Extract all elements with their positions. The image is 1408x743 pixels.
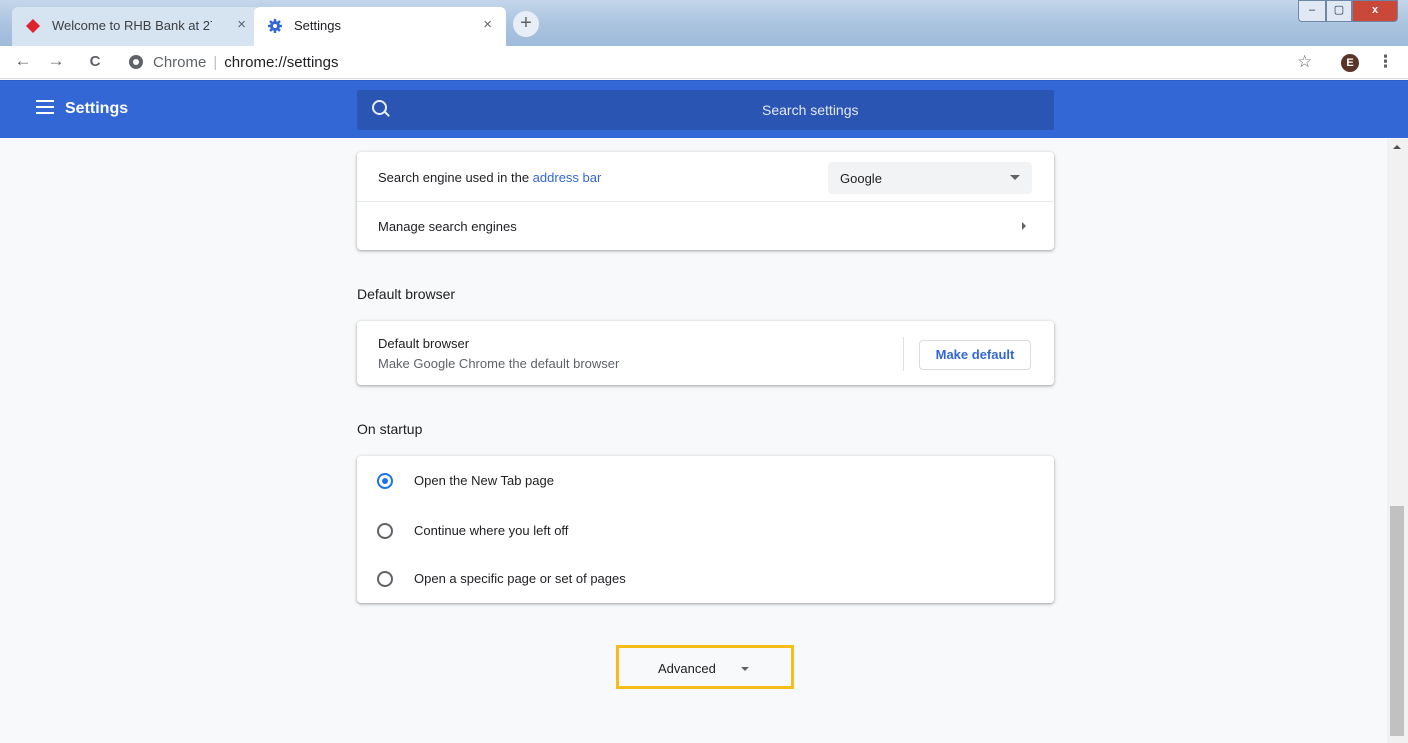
minimize-button[interactable]: – xyxy=(1298,0,1326,22)
forward-arrow-icon[interactable]: → xyxy=(45,51,67,71)
address-bar[interactable]: Chrome | chrome://settings xyxy=(153,54,338,71)
browser-toolbar: ← → C Chrome | chrome://settings ☆ E ⋮ xyxy=(0,46,1408,79)
page-title: Settings xyxy=(65,100,129,117)
default-browser-label: Default browser xyxy=(378,336,470,351)
hamburger-menu-icon[interactable] xyxy=(36,100,54,118)
tab-close-icon[interactable]: × xyxy=(483,16,492,33)
default-browser-card: Default browser Make Google Chrome the d… xyxy=(357,321,1054,385)
new-tab-button[interactable]: + xyxy=(513,11,539,37)
chevron-down-icon xyxy=(741,667,749,671)
window-controls: – ▢ x xyxy=(1298,0,1398,26)
url-separator: | xyxy=(213,54,218,71)
manage-search-engines-label: Manage search engines xyxy=(378,219,517,234)
advanced-label: Advanced xyxy=(658,661,716,676)
radio-button[interactable] xyxy=(377,571,393,587)
radio-label: Continue where you left off xyxy=(414,523,569,538)
tab-strip: Welcome to RHB Bank at 27 Sep × Settings… xyxy=(0,0,1408,46)
manage-search-engines-row[interactable]: Manage search engines xyxy=(357,202,1054,250)
search-engine-card: Search engine used in the address bar Go… xyxy=(357,152,1054,250)
url-text: chrome://settings xyxy=(224,54,339,71)
radio-button-checked[interactable] xyxy=(377,473,393,489)
vertical-scrollbar[interactable] xyxy=(1387,139,1408,743)
radio-label: Open a specific page or set of pages xyxy=(414,571,626,586)
menu-dots-icon[interactable]: ⋮ xyxy=(1377,52,1394,72)
scroll-up-arrow-icon[interactable] xyxy=(1393,145,1401,149)
tab-rhb-bank[interactable]: Welcome to RHB Bank at 27 Sep × xyxy=(12,7,260,46)
maximize-button[interactable]: ▢ xyxy=(1326,0,1352,22)
search-box[interactable] xyxy=(357,90,1342,130)
tab-close-icon[interactable]: × xyxy=(237,16,246,33)
search-input[interactable] xyxy=(762,98,1342,122)
scroll-thumb[interactable] xyxy=(1390,506,1404,736)
tab-settings[interactable]: Settings × xyxy=(254,7,506,46)
advanced-button[interactable]: Advanced xyxy=(616,645,794,689)
profile-avatar[interactable]: E xyxy=(1341,54,1359,72)
default-browser-sublabel: Make Google Chrome the default browser xyxy=(378,356,620,371)
startup-option-continue[interactable]: Continue where you left off xyxy=(357,505,1054,554)
address-bar-link[interactable]: address bar xyxy=(533,170,602,185)
search-engine-select[interactable]: Google xyxy=(828,162,1032,194)
settings-header: Settings xyxy=(0,80,1408,138)
tab-title: Settings xyxy=(294,18,341,33)
chevron-right-icon xyxy=(1022,222,1026,230)
on-startup-card: Open the New Tab page Continue where you… xyxy=(357,456,1054,603)
search-engine-label-text: Search engine used in the xyxy=(378,170,533,185)
origin-chip: Chrome xyxy=(153,54,207,71)
on-startup-heading: On startup xyxy=(357,421,423,437)
search-icon xyxy=(372,100,387,115)
radio-label: Open the New Tab page xyxy=(414,473,554,488)
startup-option-new-tab[interactable]: Open the New Tab page xyxy=(357,456,1054,505)
gear-icon xyxy=(268,19,282,33)
rhb-diamond-icon xyxy=(26,19,40,33)
close-window-button[interactable]: x xyxy=(1352,0,1398,22)
search-engine-label: Search engine used in the address bar xyxy=(378,170,601,185)
default-browser-heading: Default browser xyxy=(357,286,456,302)
search-engine-selected: Google xyxy=(840,171,882,186)
bookmark-star-icon[interactable]: ☆ xyxy=(1297,52,1312,72)
startup-option-specific-pages[interactable]: Open a specific page or set of pages xyxy=(357,554,1054,603)
make-default-button[interactable]: Make default xyxy=(919,340,1031,370)
vertical-separator xyxy=(903,337,904,371)
reload-icon[interactable]: C xyxy=(84,53,106,70)
dropdown-arrow-icon xyxy=(1010,175,1020,180)
radio-button[interactable] xyxy=(377,523,393,539)
chrome-icon xyxy=(129,55,143,69)
back-arrow-icon[interactable]: ← xyxy=(12,51,34,71)
tab-title: Welcome to RHB Bank at 27 Sep xyxy=(52,18,212,33)
